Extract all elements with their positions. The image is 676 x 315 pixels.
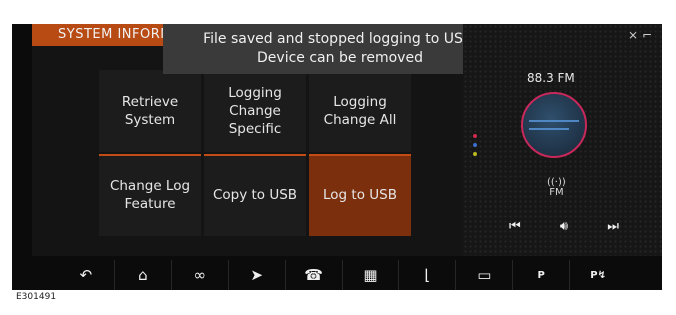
connectivity-button[interactable]: ∞: [172, 260, 229, 290]
tile-label: Copy to USB: [212, 187, 298, 203]
radio-panel[interactable]: ⨯ ⌐ 88.3 FM ((·)) FM ⏮ 🔊︎ ⏭: [463, 24, 662, 256]
page-indicator: [473, 134, 479, 161]
phone-icon: ☎: [304, 266, 323, 284]
logging-change-all-button[interactable]: Logging Change All: [309, 70, 411, 152]
parking-aid-icon: P: [537, 269, 545, 281]
connectivity-icon: ∞: [193, 266, 207, 284]
home-icon: ⌂: [138, 266, 148, 284]
park-assist-icon: P↯: [590, 269, 606, 281]
camera-icon: ▭: [477, 266, 492, 284]
navigation-button[interactable]: ➤: [229, 260, 286, 290]
back-icon: ↶: [79, 266, 93, 284]
back-button[interactable]: ↶: [58, 260, 115, 290]
retrieve-system-button[interactable]: Retrieve System: [99, 70, 201, 152]
tile-accent: [204, 154, 306, 156]
station-label: 88.3 FM: [527, 71, 575, 85]
home-button[interactable]: ⌂: [115, 260, 172, 290]
bottom-nav-bar: ↶ ⌂ ∞ ➤ ☎ ▦ ⌊ ▭ P P↯: [58, 260, 626, 290]
figure-caption: E301491: [16, 292, 57, 302]
tile-label: Retrieve System: [121, 94, 179, 128]
playback-controls: ⏮ 🔊︎ ⏭: [509, 219, 619, 234]
log-to-usb-button[interactable]: Log to USB: [309, 154, 411, 236]
signal-off-icon: ⨯: [628, 28, 639, 42]
change-log-feature-button[interactable]: Change Log Feature: [99, 154, 201, 236]
seat-heat-icon: ⌐: [641, 28, 652, 42]
seat-icon: ⌊: [424, 266, 431, 284]
page-dot: [473, 134, 477, 138]
header-tab: SYSTEM INFORM: [32, 24, 172, 46]
radio-source-icon[interactable]: ((·)) FM: [547, 178, 566, 198]
band-label: FM: [549, 187, 564, 198]
page-dot: [473, 143, 477, 147]
copy-to-usb-button[interactable]: Copy to USB: [204, 154, 306, 236]
tile-label: Logging Change All: [323, 94, 397, 128]
media-icon: ▦: [363, 266, 378, 284]
navigation-icon: ➤: [250, 266, 263, 284]
tile-accent: [309, 154, 411, 156]
seat-button[interactable]: ⌊: [399, 260, 457, 290]
album-art: [521, 92, 587, 158]
tile-label: Log to USB: [323, 187, 397, 203]
album-art-line: [529, 128, 569, 130]
logging-change-specific-button[interactable]: Logging Change Specific: [204, 70, 306, 152]
parking-aid-button[interactable]: P: [513, 260, 571, 290]
media-button[interactable]: ▦: [343, 260, 400, 290]
status-icons: ⨯ ⌐: [628, 28, 652, 42]
infotainment-screen: SYSTEM INFORM Retrieve System Logging Ch…: [12, 24, 662, 290]
previous-track-icon[interactable]: ⏮: [509, 219, 521, 234]
next-track-icon[interactable]: ⏭: [607, 219, 619, 234]
tile-label: Logging Change Specific: [228, 85, 282, 137]
volume-icon[interactable]: 🔊︎: [560, 219, 568, 234]
page-dot: [473, 152, 477, 156]
tile-accent: [99, 154, 201, 156]
camera-button[interactable]: ▭: [456, 260, 514, 290]
park-assist-button[interactable]: P↯: [570, 260, 626, 290]
page-title: SYSTEM INFORM: [58, 27, 172, 42]
phone-button[interactable]: ☎: [286, 260, 343, 290]
tile-label: Change Log Feature: [109, 178, 191, 212]
album-art-line: [529, 120, 579, 122]
